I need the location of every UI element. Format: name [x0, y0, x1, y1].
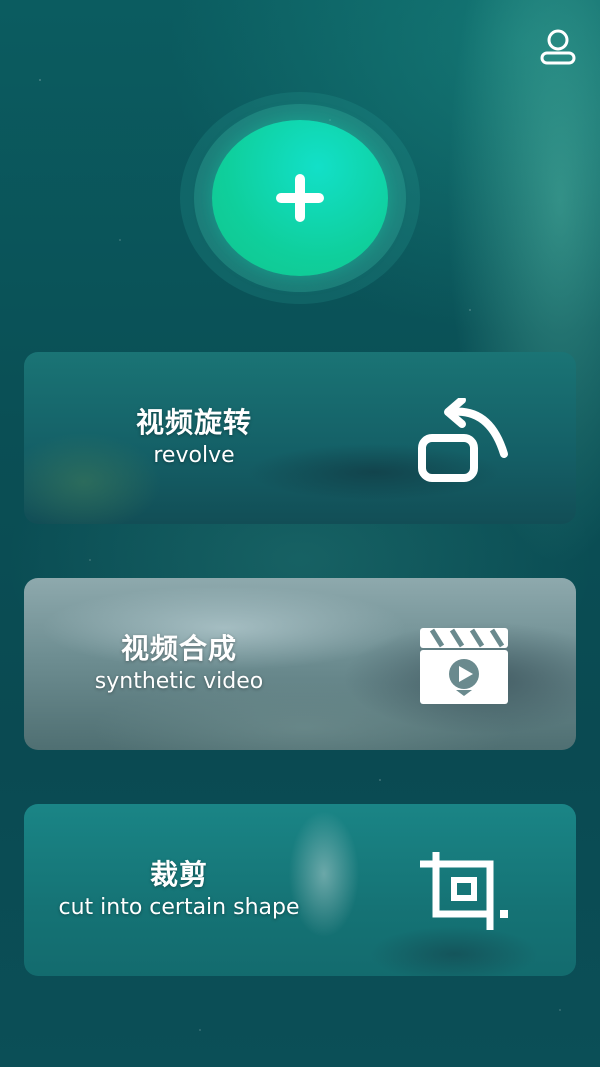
- add-button-halo: [180, 92, 420, 304]
- synthetic-video-card[interactable]: 视频合成 synthetic video: [24, 578, 576, 750]
- crop-icon: [420, 852, 508, 930]
- card-title: 视频旋转: [135, 406, 252, 439]
- add-button-ring: [194, 104, 406, 292]
- card-text: 裁剪 cut into certain shape: [34, 804, 324, 976]
- card-text: 视频旋转 revolve: [84, 352, 304, 524]
- rotate-icon: [418, 398, 508, 482]
- card-title: 视频合成: [120, 632, 237, 665]
- video-clapper-icon: [420, 628, 508, 704]
- card-subtitle: revolve: [153, 443, 235, 468]
- add-button[interactable]: [212, 120, 388, 276]
- plus-icon: [276, 174, 324, 222]
- card-subtitle: cut into certain shape: [58, 895, 300, 920]
- rotate-video-card[interactable]: 视频旋转 revolve: [24, 352, 576, 524]
- crop-card[interactable]: 裁剪 cut into certain shape: [24, 804, 576, 976]
- profile-button[interactable]: [538, 28, 578, 68]
- user-profile-icon: [540, 29, 576, 65]
- card-title: 裁剪: [149, 858, 208, 891]
- card-text: 视频合成 synthetic video: [64, 578, 294, 750]
- card-subtitle: synthetic video: [94, 669, 264, 694]
